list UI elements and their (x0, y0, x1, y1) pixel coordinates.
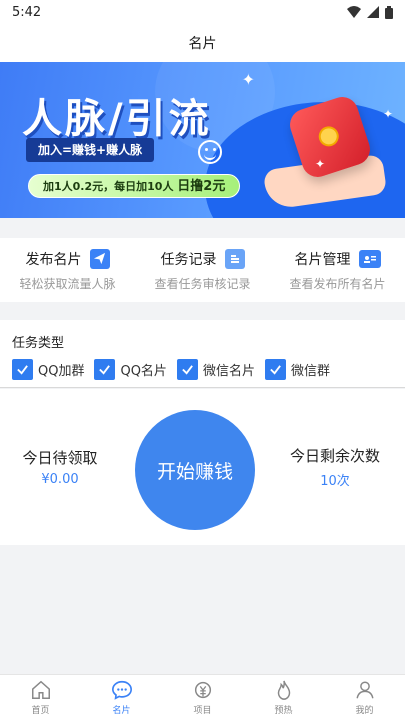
banner-pill-highlight: 日撸2元 (177, 179, 226, 194)
action-label: 发布名片 (25, 251, 82, 268)
checkbox-qq-card[interactable]: QQ名片 (94, 359, 167, 380)
list-icon (224, 248, 245, 269)
check-icon (176, 359, 198, 380)
home-icon (31, 680, 50, 699)
sparkle-icon: ✦ (382, 107, 393, 121)
signal-icon (367, 6, 379, 18)
tab-card[interactable]: 名片 (81, 675, 162, 720)
banner-subtitle: 加入=赚钱+赚人脉 (26, 138, 155, 162)
pending-today-label: 今日待领取 (22, 449, 98, 467)
action-row: 发布名片 轻松获取流量人脉 任务记录 查看任务审核记录 名片管理 查看发布所有名… (0, 238, 405, 302)
check-icon (94, 359, 116, 380)
seal-icon (316, 123, 342, 149)
banner-pill-text: 加1人0.2元，每日加10人 (43, 180, 174, 193)
money-icon (194, 681, 211, 699)
tab-preheat[interactable]: 预热 (243, 675, 324, 720)
status-bar: 5:42 (0, 0, 405, 24)
tab-home[interactable]: 首页 (0, 675, 81, 720)
status-icons (347, 5, 393, 19)
app-header: 名片 (0, 24, 405, 62)
task-types-section: 任务类型 QQ加群 QQ名片 微信名片 微信群 (0, 320, 405, 388)
tab-mine[interactable]: 我的 (324, 675, 405, 720)
task-types-title: 任务类型 (12, 336, 65, 351)
tab-label: 名片 (112, 706, 131, 716)
banner-title: 人脉/引流 (22, 96, 212, 142)
action-label: 名片管理 (294, 251, 351, 268)
action-sub: 查看任务审核记录 (154, 276, 251, 291)
wifi-icon (347, 6, 361, 18)
tab-project[interactable]: 项目 (162, 675, 243, 720)
tab-label: 首页 (31, 706, 50, 716)
start-earning-button[interactable]: 开始赚钱 (135, 410, 255, 530)
action-label: 任务记录 (160, 251, 217, 268)
tab-label: 项目 (193, 706, 212, 716)
chat-icon (111, 680, 132, 700)
task-records-button[interactable]: 任务记录 查看任务审核记录 (135, 238, 270, 302)
remaining-today-value: 10次 (320, 474, 350, 489)
publish-card-button[interactable]: 发布名片 轻松获取流量人脉 (0, 238, 135, 302)
card-icon (358, 249, 381, 268)
remaining-today-label: 今日剩余次数 (289, 447, 380, 465)
checkbox-label: QQ加群 (38, 364, 85, 379)
checkbox-label: QQ名片 (120, 364, 167, 379)
checkbox-label: 微信名片 (202, 364, 255, 379)
checkbox-qq-group[interactable]: QQ加群 (12, 359, 84, 380)
earn-section: 今日待领取 ¥0.00 开始赚钱 今日剩余次数 10次 (0, 389, 405, 545)
tab-label: 我的 (355, 706, 374, 716)
bottom-tab-bar: 首页 名片 项目 预热 我的 (0, 674, 405, 720)
fire-icon (277, 680, 290, 700)
tab-label: 预热 (274, 706, 293, 716)
checkbox-wechat-group[interactable]: 微信群 (264, 359, 330, 380)
checkbox-wechat-card[interactable]: 微信名片 (176, 359, 255, 380)
task-type-checkboxes: QQ加群 QQ名片 微信名片 微信群 (12, 359, 393, 380)
battery-icon (385, 5, 393, 19)
sparkle-icon: ✦ (314, 157, 325, 171)
action-sub: 轻松获取流量人脉 (19, 276, 116, 291)
status-time: 5:42 (12, 4, 42, 20)
banner-pill: 加1人0.2元，每日加10人 日撸2元 (28, 174, 241, 198)
check-icon (12, 359, 33, 380)
pending-today-value: ¥0.00 (41, 472, 79, 487)
sparkle-icon: ✦ (241, 70, 255, 89)
page-title: 名片 (188, 36, 217, 52)
remaining-today: 今日剩余次数 10次 (265, 389, 405, 545)
send-icon (89, 248, 110, 269)
promo-banner[interactable]: 人脉/引流 加入=赚钱+赚人脉 加1人0.2元，每日加10人 日撸2元 ✦ ✦ … (0, 62, 405, 218)
card-management-button[interactable]: 名片管理 查看发布所有名片 (270, 238, 405, 302)
check-icon (264, 359, 286, 380)
pending-today: 今日待领取 ¥0.00 (0, 389, 120, 545)
user-icon (355, 681, 374, 699)
checkbox-label: 微信群 (290, 364, 330, 379)
smile-icon (198, 140, 222, 164)
action-sub: 查看发布所有名片 (289, 276, 386, 291)
